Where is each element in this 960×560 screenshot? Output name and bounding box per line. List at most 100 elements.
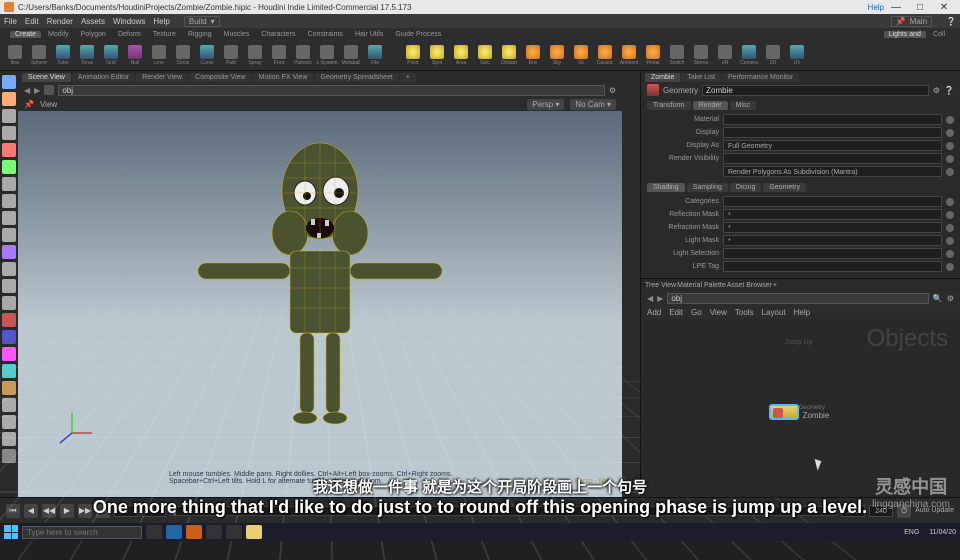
shelf-tool[interactable]: Env — [522, 42, 544, 68]
shelf-tool[interactable]: Platonic — [292, 42, 314, 68]
shelf-tab[interactable]: Guide Process — [390, 31, 446, 38]
gear-icon[interactable]: ⚙ — [609, 86, 616, 95]
start-button[interactable] — [4, 525, 18, 539]
network-menu-item[interactable]: Go — [691, 308, 702, 317]
side-tool-button[interactable] — [2, 109, 16, 123]
side-tool-button[interactable] — [2, 330, 16, 344]
shelf-tool[interactable]: UV — [786, 42, 808, 68]
net-fwd-icon[interactable]: ▶ — [657, 294, 663, 303]
network-menu-item[interactable]: Help — [794, 308, 810, 317]
param-value-field[interactable] — [723, 127, 942, 138]
param-tab[interactable]: Misc — [730, 101, 756, 110]
param-tab[interactable]: Dicing — [730, 183, 761, 192]
side-tool-button[interactable] — [2, 160, 16, 174]
pane-tab[interactable]: Render View — [136, 73, 188, 82]
help-link[interactable]: Help — [868, 3, 884, 12]
shelf-tool[interactable]: Distant — [498, 42, 520, 68]
side-tool-button[interactable] — [2, 194, 16, 208]
shelf-tool[interactable]: Geo — [474, 42, 496, 68]
shelf-tool[interactable]: File — [364, 42, 386, 68]
taskbar-app[interactable] — [166, 525, 182, 539]
shelf-tool[interactable]: Font — [268, 42, 290, 68]
pane-tab[interactable]: Take List — [681, 73, 721, 82]
menu-assets[interactable]: Assets — [81, 17, 105, 26]
param-tab[interactable]: Shading — [647, 183, 685, 192]
side-tool-button[interactable] — [2, 211, 16, 225]
side-tool-button[interactable] — [2, 177, 16, 191]
side-tool-button[interactable] — [2, 313, 16, 327]
net-back-icon[interactable]: ◀ — [647, 294, 653, 303]
taskbar-app[interactable] — [226, 525, 242, 539]
network-menu-item[interactable]: Add — [647, 308, 661, 317]
shelf-tool[interactable]: Sky — [546, 42, 568, 68]
add-tab-button[interactable]: + — [773, 282, 777, 289]
param-menu-icon[interactable] — [946, 250, 954, 258]
pane-tab[interactable]: Scene View — [22, 73, 71, 82]
param-tab[interactable]: Geometry — [763, 183, 806, 192]
shelf-tool[interactable]: Area — [450, 42, 472, 68]
param-menu-icon[interactable] — [946, 237, 954, 245]
param-node-name-input[interactable] — [702, 85, 929, 96]
pane-tab[interactable]: Motion FX View — [253, 73, 314, 82]
shelf-tool[interactable]: L-System — [316, 42, 338, 68]
shelf-tool[interactable]: Switch — [666, 42, 688, 68]
param-value-field[interactable] — [723, 248, 942, 259]
side-tool-button[interactable] — [2, 279, 16, 293]
shelf-tool[interactable]: Metaball — [340, 42, 362, 68]
shelf-tab[interactable]: Modify — [43, 31, 74, 38]
shelf-tool[interactable]: Portal — [642, 42, 664, 68]
shelf-tool[interactable]: Spray — [244, 42, 266, 68]
pane-tab[interactable]: Animation Editor — [72, 73, 135, 82]
net-search-icon[interactable]: 🔍 — [933, 294, 943, 303]
shelf-tab[interactable]: Hair Utils — [350, 31, 388, 38]
param-value-field[interactable] — [723, 114, 942, 125]
side-tool-button[interactable] — [2, 262, 16, 276]
param-tab[interactable]: Render — [693, 101, 728, 110]
shelf-tab[interactable]: Rigging — [183, 31, 217, 38]
side-tool-button[interactable] — [2, 126, 16, 140]
shelf-tool[interactable]: Point — [402, 42, 424, 68]
shelf-tool[interactable]: Circle — [172, 42, 194, 68]
shelf-tab[interactable]: Muscles — [219, 31, 255, 38]
param-menu-icon[interactable] — [946, 263, 954, 271]
shelf-tab[interactable]: Create — [10, 31, 41, 38]
pin-dropdown[interactable]: 📌 Main — [891, 16, 932, 27]
param-tab[interactable]: Transform — [647, 101, 691, 110]
viewport-path-input[interactable] — [58, 85, 605, 96]
param-menu-icon[interactable] — [946, 155, 954, 163]
network-menu-item[interactable]: View — [710, 308, 727, 317]
net-gear-icon[interactable]: ⚙ — [947, 294, 954, 303]
side-tool-button[interactable] — [2, 143, 16, 157]
shelf-tab[interactable]: Constraints — [303, 31, 348, 38]
pane-tab[interactable]: Geometry Spreadsheet — [315, 73, 399, 82]
pane-tab[interactable]: Composite View — [189, 73, 251, 82]
shelf-tool[interactable]: VR — [714, 42, 736, 68]
shelf-tool[interactable]: Path — [220, 42, 242, 68]
side-tool-button[interactable] — [2, 245, 16, 259]
shelf-tool[interactable]: Null — [124, 42, 146, 68]
side-tool-button[interactable] — [2, 347, 16, 361]
shelf-tab[interactable]: Lights and — [884, 31, 926, 38]
param-menu-icon[interactable] — [946, 224, 954, 232]
pin-icon[interactable]: 📌 — [24, 100, 34, 109]
shelf-tool[interactable]: Tube — [52, 42, 74, 68]
shelf-tool[interactable]: Grid — [100, 42, 122, 68]
menu-windows[interactable]: Windows — [113, 17, 145, 26]
shelf-tool[interactable]: Ambient — [618, 42, 640, 68]
shelf-tab[interactable]: Texture — [148, 31, 181, 38]
pane-tab[interactable]: Performance Monitor — [722, 73, 799, 82]
taskbar-app[interactable] — [206, 525, 222, 539]
add-tab-button[interactable]: + — [400, 73, 416, 82]
shelf-tool[interactable]: GI — [570, 42, 592, 68]
shelf-tool[interactable]: 2D — [762, 42, 784, 68]
close-button[interactable]: ✕ — [932, 2, 956, 13]
param-tab[interactable]: Sampling — [687, 183, 728, 192]
side-tool-button[interactable] — [2, 296, 16, 310]
shelf-tab[interactable]: Coll — [928, 31, 950, 38]
network-path-input[interactable] — [667, 293, 929, 304]
tray-lang[interactable]: ENG — [904, 529, 919, 536]
minimize-button[interactable]: — — [884, 2, 908, 13]
nav-back-icon[interactable]: ◀ — [24, 86, 30, 95]
network-view[interactable]: Objects Jump Up Geometry Zombie — [641, 319, 960, 497]
menu-help[interactable]: Help — [153, 17, 169, 26]
